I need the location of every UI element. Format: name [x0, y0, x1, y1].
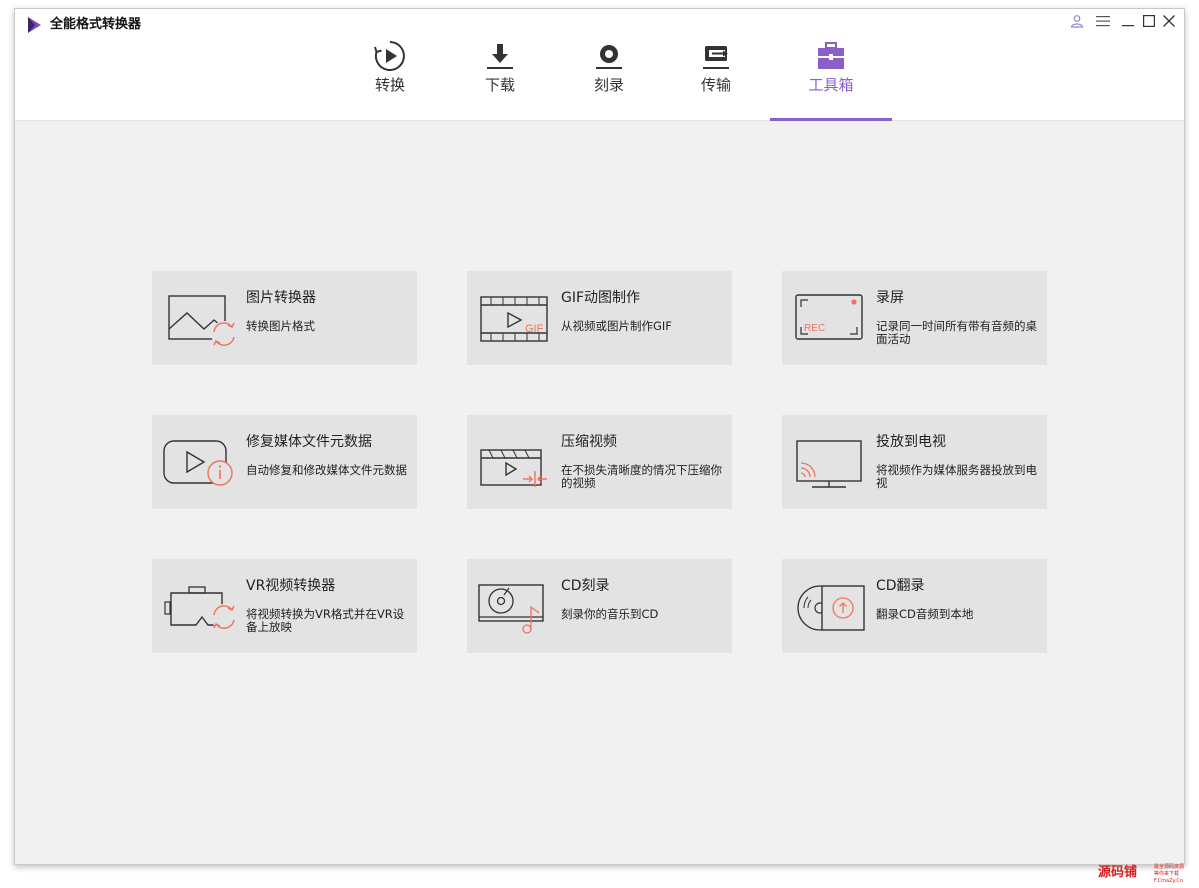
- tool-title: CD刻录: [561, 578, 610, 594]
- metadata-fix-icon: [163, 440, 233, 486]
- tool-description: 将视频转换为VR格式并在VR设备上放映: [246, 607, 405, 634]
- app-title: 全能格式转换器: [50, 17, 142, 32]
- tool-card-compress-video[interactable]: 压缩视频 在不损失清晰度的情况下压缩你的视频: [467, 415, 732, 509]
- tool-description: 在不损失清晰度的情况下压缩你的视频: [561, 463, 722, 490]
- tool-title: 修复媒体文件元数据: [246, 434, 372, 450]
- tab-download[interactable]: 下载: [460, 39, 540, 95]
- tool-card-vr-converter[interactable]: VR视频转换器 将视频转换为VR格式并在VR设备上放映: [152, 559, 417, 653]
- tool-description: 记录同一时间所有带有音频的桌面活动: [876, 319, 1037, 346]
- watermark-line: F.CmaZy.Cn: [1154, 878, 1184, 884]
- tool-title: 录屏: [876, 290, 904, 306]
- tool-description: 刻录你的音乐到CD: [561, 607, 659, 621]
- tab-transfer[interactable]: 传输: [676, 39, 756, 95]
- tool-title: 投放到电视: [876, 434, 946, 450]
- tool-title: GIF动图制作: [561, 290, 641, 306]
- tool-card-image-converter[interactable]: 图片转换器 转换图片格式: [152, 271, 417, 365]
- tab-toolbox[interactable]: 工具箱: [791, 39, 871, 95]
- cast-tv-icon: [796, 440, 862, 488]
- tool-card-cd-burner[interactable]: CD刻录 刻录你的音乐到CD: [467, 559, 732, 653]
- tool-title: VR视频转换器: [246, 578, 336, 594]
- tab-label-transfer: 传输: [700, 76, 731, 94]
- app-window: 全能格式转换器 转换 下载 刻录 传输 工具箱 图片转换器 转换图片格式 GIF…: [14, 8, 1185, 865]
- hamburger-menu-icon: [1096, 16, 1110, 27]
- tab-label-burn: 刻录: [593, 76, 624, 94]
- convert-icon: [374, 41, 405, 71]
- svg-text:GIF: GIF: [525, 323, 544, 335]
- account-button[interactable]: [1068, 12, 1086, 30]
- tool-description: 自动修复和修改媒体文件元数据: [246, 463, 407, 477]
- compress-video-icon: [480, 449, 547, 487]
- screen-record-icon: REC: [795, 294, 863, 340]
- user-icon: [1070, 15, 1084, 28]
- tab-label-toolbox: 工具箱: [808, 76, 854, 94]
- download-icon: [487, 44, 513, 69]
- tool-description: 从视频或图片制作GIF: [561, 319, 672, 333]
- watermark-line: 等你来下载: [1154, 871, 1180, 877]
- tab-convert[interactable]: 转换: [350, 39, 430, 95]
- close-icon: [1163, 15, 1175, 27]
- tab-label-download: 下载: [484, 76, 515, 94]
- header-divider: [15, 120, 1184, 121]
- maximize-button[interactable]: [1140, 12, 1158, 30]
- gif-maker-icon: GIF: [480, 296, 548, 342]
- app-logo-icon: [28, 17, 41, 33]
- cd-rip-icon: [797, 585, 865, 631]
- minimize-icon: [1122, 25, 1134, 27]
- tab-label-convert: 转换: [374, 76, 405, 94]
- cd-burn-icon: [478, 584, 544, 634]
- svg-text:REC: REC: [804, 323, 825, 334]
- watermark-text: 源码铺: [1098, 865, 1138, 880]
- burn-icon: [596, 45, 622, 69]
- toolbox-icon: [818, 42, 844, 69]
- watermark: 源码铺 最全源码资源 等你来下载 F.CmaZy.Cn: [1098, 862, 1194, 886]
- menu-button[interactable]: [1094, 12, 1112, 30]
- transfer-icon: [703, 46, 729, 69]
- tool-title: 压缩视频: [561, 434, 617, 450]
- tool-description: 翻录CD音频到本地: [876, 607, 974, 621]
- tool-card-gif-maker[interactable]: GIF GIF动图制作 从视频或图片制作GIF: [467, 271, 732, 365]
- tool-card-metadata-fix[interactable]: 修复媒体文件元数据 自动修复和修改媒体文件元数据: [152, 415, 417, 509]
- tool-title: 图片转换器: [246, 290, 316, 306]
- title-bar: 全能格式转换器 转换 下载 刻录 传输 工具箱: [15, 9, 1184, 120]
- vr-convert-icon: [164, 586, 237, 630]
- close-button[interactable]: [1160, 12, 1178, 30]
- active-tab-indicator: [770, 118, 892, 121]
- minimize-button[interactable]: [1119, 12, 1137, 30]
- tool-description: 将视频作为媒体服务器投放到电视: [876, 463, 1037, 490]
- image-convert-icon: [168, 295, 237, 347]
- tool-card-cast-to-tv[interactable]: 投放到电视 将视频作为媒体服务器投放到电视: [782, 415, 1047, 509]
- maximize-icon: [1143, 15, 1155, 27]
- watermark-line: 最全源码资源: [1154, 864, 1185, 870]
- tool-description: 转换图片格式: [246, 319, 315, 333]
- tool-title: CD翻录: [876, 578, 925, 594]
- tab-burn[interactable]: 刻录: [569, 39, 649, 95]
- tool-card-screen-recorder[interactable]: REC 录屏 记录同一时间所有带有音频的桌面活动: [782, 271, 1047, 365]
- tool-card-cd-ripper[interactable]: CD翻录 翻录CD音频到本地: [782, 559, 1047, 653]
